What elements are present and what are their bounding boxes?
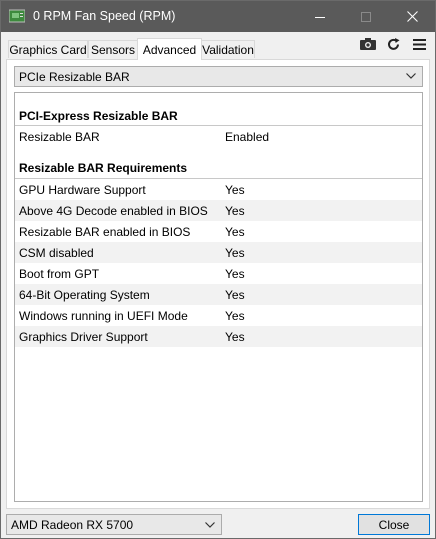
row-value: Yes — [225, 182, 245, 197]
chevron-down-icon — [406, 73, 416, 79]
gpu-select-value: AMD Radeon RX 5700 — [11, 517, 134, 532]
camera-icon — [360, 38, 376, 50]
list-item: Resizable BAR enabled in BIOS Yes — [15, 221, 422, 242]
advanced-panel: PCIe Resizable BAR PCI-Express Resizable… — [6, 59, 430, 509]
row-value: Yes — [225, 329, 245, 344]
row-label: CSM disabled — [19, 245, 94, 260]
refresh-icon — [387, 37, 399, 50]
close-icon — [406, 11, 418, 22]
list-item: Windows running in UEFI Mode Yes — [15, 305, 422, 326]
maximize-button[interactable] — [343, 1, 389, 32]
tab-sensors[interactable]: Sensors — [88, 40, 138, 58]
gpu-select[interactable]: AMD Radeon RX 5700 — [6, 514, 222, 535]
list-item: CSM disabled Yes — [15, 242, 422, 263]
row-value: Yes — [225, 224, 245, 239]
list-item: Graphics Driver Support Yes — [15, 326, 422, 347]
row-label: Resizable BAR enabled in BIOS — [19, 224, 191, 239]
category-select[interactable]: PCIe Resizable BAR — [14, 66, 423, 87]
menu-button[interactable] — [409, 35, 429, 53]
list-item: 64-Bit Operating System Yes — [15, 284, 422, 305]
row-value: Yes — [225, 287, 245, 302]
list-item: Boot from GPT Yes — [15, 263, 422, 284]
details-list: PCI-Express Resizable BAR Resizable BAR … — [14, 92, 423, 502]
row-label: Windows running in UEFI Mode — [19, 308, 188, 323]
section-heading-requirements: Resizable BAR Requirements — [19, 161, 188, 175]
row-label: GPU Hardware Support — [19, 182, 146, 197]
row-label: Above 4G Decode enabled in BIOS — [19, 203, 208, 218]
row-label: Graphics Driver Support — [19, 329, 148, 344]
menu-icon — [412, 38, 426, 50]
row-value: Enabled — [225, 129, 270, 144]
window-title: 0 RPM Fan Speed (RPM) — [33, 9, 176, 23]
list-item: Above 4G Decode enabled in BIOS Yes — [15, 200, 422, 221]
row-value: Yes — [225, 308, 245, 323]
close-button[interactable]: Close — [358, 514, 430, 535]
tab-bar: Graphics Card Sensors Advanced Validatio… — [8, 38, 258, 60]
tab-graphics-card[interactable]: Graphics Card — [8, 40, 88, 58]
screenshot-button[interactable] — [358, 35, 378, 53]
minimize-button[interactable] — [297, 1, 343, 32]
row-label: 64-Bit Operating System — [19, 287, 150, 302]
app-icon — [9, 9, 25, 23]
app-window: 0 RPM Fan Speed (RPM) Graphics Card Sens… — [0, 0, 436, 539]
category-select-value: PCIe Resizable BAR — [19, 69, 130, 84]
row-value: Yes — [225, 266, 245, 281]
row-value: Yes — [225, 245, 245, 260]
tab-validation[interactable]: Validation — [201, 40, 255, 58]
row-value: Yes — [225, 203, 245, 218]
row-label: Boot from GPT — [19, 266, 100, 281]
maximize-icon — [361, 11, 371, 22]
list-item: GPU Hardware Support Yes — [15, 178, 422, 200]
close-window-button[interactable] — [389, 1, 435, 32]
chevron-down-icon — [205, 522, 215, 528]
tab-advanced[interactable]: Advanced — [137, 38, 202, 60]
row-label: Resizable BAR — [19, 129, 100, 144]
list-item: Resizable BAR Enabled — [15, 125, 422, 147]
minimize-icon — [315, 16, 325, 18]
section-heading-pcie: PCI-Express Resizable BAR — [19, 109, 178, 123]
title-bar[interactable]: 0 RPM Fan Speed (RPM) — [1, 1, 435, 32]
refresh-button[interactable] — [383, 35, 403, 53]
